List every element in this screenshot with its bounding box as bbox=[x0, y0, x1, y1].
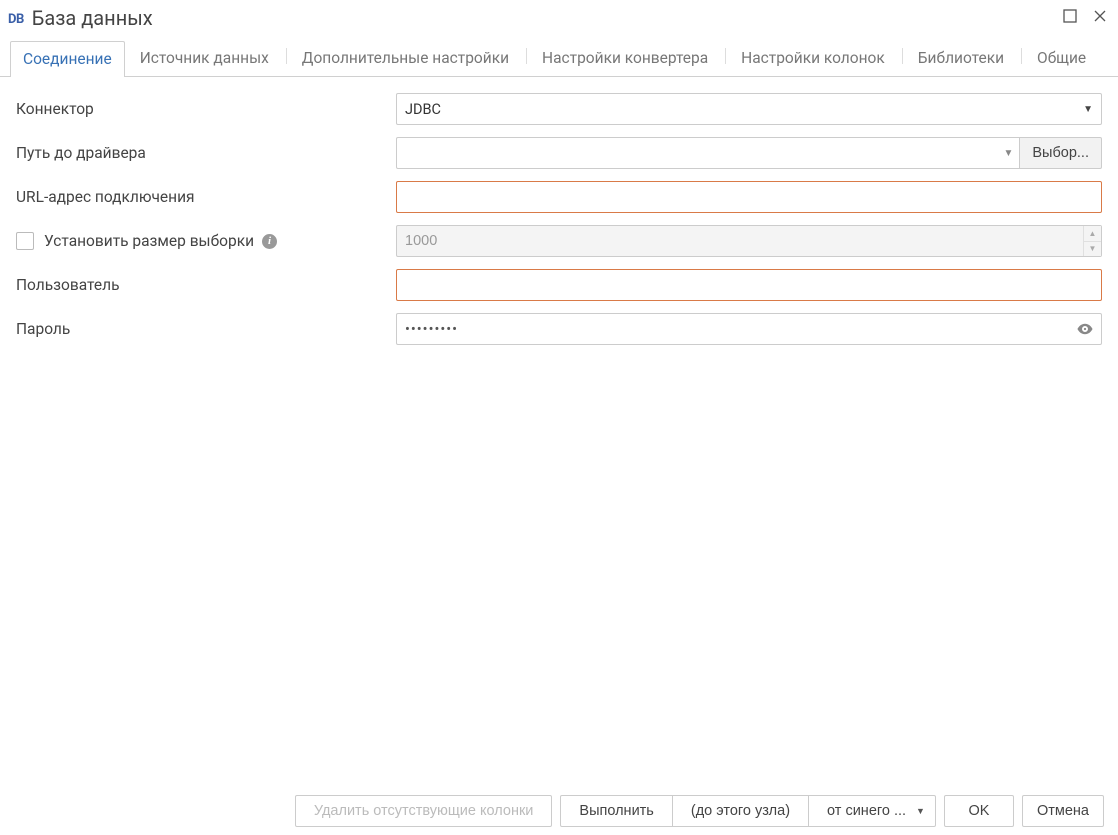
connection-url-input[interactable] bbox=[396, 181, 1102, 213]
tab-separator bbox=[902, 48, 903, 64]
maximize-icon[interactable] bbox=[1062, 8, 1078, 24]
cancel-button[interactable]: Отмена bbox=[1022, 795, 1104, 827]
label-driver-path: Путь до драйвера bbox=[16, 144, 396, 162]
form-content: Коннектор JDBC ▼ Путь до драйвера ▼ Выбо… bbox=[0, 77, 1118, 367]
row-user: Пользователь bbox=[16, 269, 1102, 301]
execute-button-group: Выполнить (до этого узла) от синего ... … bbox=[560, 795, 936, 827]
tab-separator bbox=[526, 48, 527, 64]
caret-down-icon: ▼ bbox=[916, 806, 925, 816]
password-input[interactable]: ••••••••• bbox=[396, 313, 1102, 345]
dialog-header: DB База данных bbox=[0, 0, 1118, 38]
row-password: Пароль ••••••••• bbox=[16, 313, 1102, 345]
driver-path-input[interactable]: ▼ bbox=[396, 137, 1020, 169]
tab-general[interactable]: Общие bbox=[1024, 40, 1099, 76]
execute-from-blue-label: от синего ... bbox=[827, 803, 906, 819]
eye-icon[interactable] bbox=[1076, 320, 1094, 338]
label-fetch-size: Установить размер выборки bbox=[44, 232, 254, 250]
dialog-footer: Удалить отсутствующие колонки Выполнить … bbox=[0, 787, 1118, 835]
tab-advanced[interactable]: Дополнительные настройки bbox=[289, 40, 522, 76]
tab-separator bbox=[725, 48, 726, 64]
tab-columns[interactable]: Настройки колонок bbox=[728, 40, 898, 76]
label-connector: Коннектор bbox=[16, 100, 396, 118]
tab-data-source[interactable]: Источник данных bbox=[127, 40, 282, 76]
row-driver-path: Путь до драйвера ▼ Выбор... bbox=[16, 137, 1102, 169]
tab-bar: Соединение Источник данных Дополнительны… bbox=[0, 40, 1118, 77]
tab-converter[interactable]: Настройки конвертера bbox=[529, 40, 721, 76]
delete-missing-columns-button[interactable]: Удалить отсутствующие колонки bbox=[295, 795, 553, 827]
fetch-size-checkbox[interactable] bbox=[16, 232, 34, 250]
window-controls bbox=[1062, 8, 1108, 24]
row-connection-url: URL-адрес подключения bbox=[16, 181, 1102, 213]
fetch-size-input bbox=[396, 225, 1102, 257]
spinner-up-icon[interactable]: ▲ bbox=[1084, 226, 1101, 242]
execute-to-node-button[interactable]: (до этого узла) bbox=[672, 795, 809, 827]
connector-select[interactable]: JDBC ▼ bbox=[396, 93, 1102, 125]
label-password: Пароль bbox=[16, 320, 396, 338]
dialog-title: База данных bbox=[32, 6, 153, 30]
row-fetch-size: Установить размер выборки i ▲ ▼ bbox=[16, 225, 1102, 257]
tab-separator bbox=[1021, 48, 1022, 64]
db-icon: DB bbox=[8, 12, 24, 27]
execute-button[interactable]: Выполнить bbox=[560, 795, 672, 827]
connector-select-value: JDBC bbox=[405, 101, 441, 118]
caret-down-icon: ▼ bbox=[1083, 104, 1093, 115]
caret-down-icon: ▼ bbox=[1003, 148, 1013, 159]
label-user: Пользователь bbox=[16, 276, 396, 294]
close-icon[interactable] bbox=[1092, 8, 1108, 24]
ok-button[interactable]: OK bbox=[944, 795, 1014, 827]
spinner-buttons: ▲ ▼ bbox=[1083, 226, 1101, 256]
row-connector: Коннектор JDBC ▼ bbox=[16, 93, 1102, 125]
tab-libraries[interactable]: Библиотеки bbox=[905, 40, 1017, 76]
tab-connection[interactable]: Соединение bbox=[10, 41, 125, 77]
user-input[interactable] bbox=[396, 269, 1102, 301]
browse-button[interactable]: Выбор... bbox=[1020, 137, 1102, 169]
label-connection-url: URL-адрес подключения bbox=[16, 188, 396, 206]
tab-separator bbox=[286, 48, 287, 64]
spinner-down-icon[interactable]: ▼ bbox=[1084, 242, 1101, 257]
info-icon[interactable]: i bbox=[262, 234, 277, 249]
execute-from-blue-button[interactable]: от синего ... ▼ bbox=[808, 795, 936, 827]
